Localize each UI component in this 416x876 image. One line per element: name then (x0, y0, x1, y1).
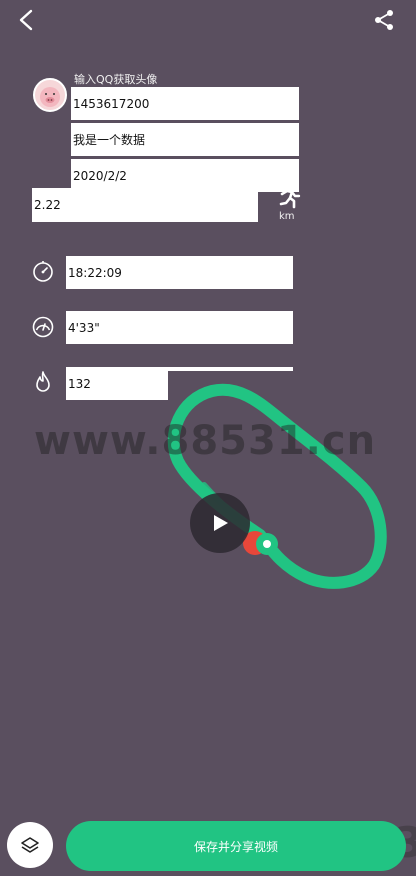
pace-field[interactable]: 4'33" (66, 311, 293, 344)
duration-field[interactable]: 18:22:09 (66, 256, 293, 289)
flame-icon (31, 370, 55, 394)
calories-field-edge (168, 367, 293, 371)
running-person-icon (279, 184, 301, 209)
avatar[interactable] (33, 78, 67, 112)
calories-field[interactable]: 132 (66, 367, 168, 400)
route-map (167, 383, 387, 589)
qq-number-field[interactable]: 1453617200 (71, 87, 299, 120)
play-button[interactable] (190, 493, 250, 553)
back-button[interactable] (12, 6, 40, 34)
runner-icon (278, 184, 302, 210)
stopwatch-icon (31, 259, 55, 283)
play-icon (214, 515, 228, 531)
share-button[interactable] (370, 6, 398, 34)
pig-avatar-icon (40, 87, 60, 107)
layers-icon (21, 837, 39, 853)
distance-field[interactable]: 2.22 (32, 188, 258, 222)
speedometer-icon (31, 315, 55, 339)
start-marker (256, 533, 278, 555)
distance-unit: km (279, 211, 295, 222)
layers-button[interactable] (7, 822, 53, 868)
save-share-video-label: 保存并分享视频 (193, 839, 278, 854)
share-icon (375, 10, 393, 30)
nickname-field[interactable]: 我是一个数据 (71, 123, 299, 156)
chevron-left-icon (19, 9, 33, 31)
save-share-video-button[interactable]: 保存并分享视频 (66, 821, 406, 871)
avatar-caption: 输入QQ获取头像 (74, 73, 158, 86)
